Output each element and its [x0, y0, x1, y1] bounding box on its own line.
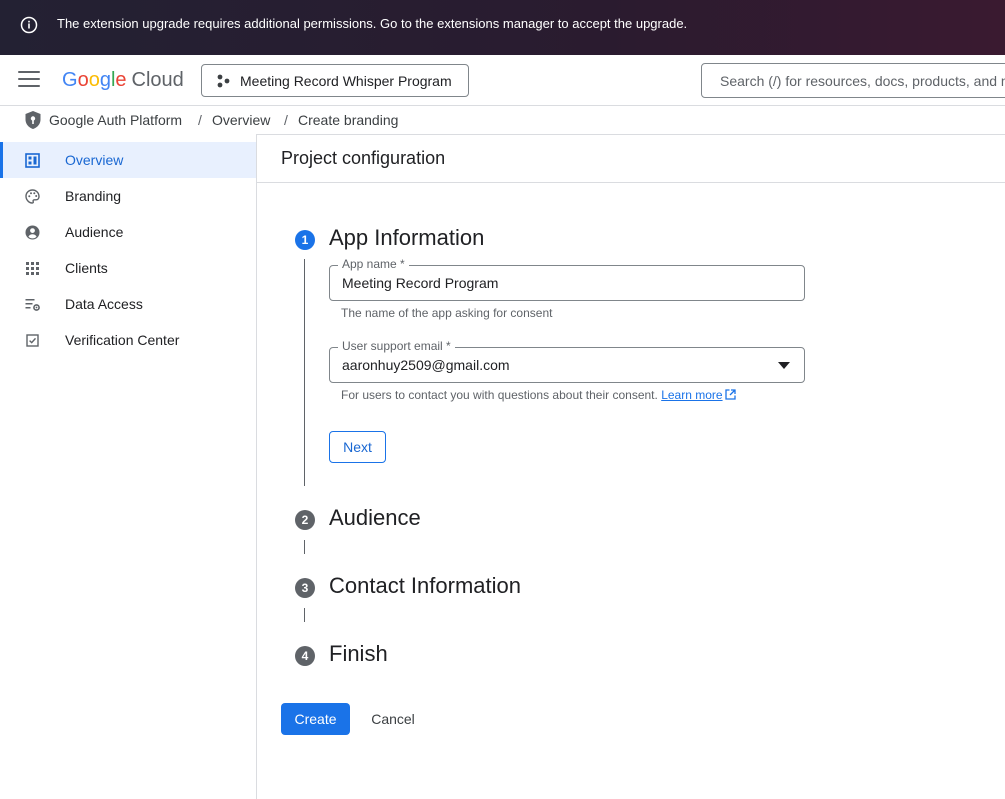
project-icon [217, 74, 230, 88]
step-number-3: 3 [295, 578, 315, 598]
dropdown-arrow-icon[interactable] [778, 362, 790, 369]
sidebar-item-branding[interactable]: Branding [0, 178, 256, 214]
app-name-value[interactable]: Meeting Record Program [342, 275, 498, 291]
project-picker-button[interactable]: Meeting Record Whisper Program [201, 64, 469, 97]
sidebar: Overview Branding Audience Clients Data … [0, 134, 257, 799]
stepper-connector [304, 259, 305, 486]
app-name-field[interactable]: App name * Meeting Record Program [329, 257, 805, 301]
top-bar: Google Cloud Meeting Record Whisper Progr… [0, 55, 1005, 106]
sidebar-item-label: Data Access [65, 296, 143, 312]
search-placeholder: Search (/) for resources, docs, products… [720, 73, 1005, 89]
learn-more-link[interactable]: Learn more [661, 388, 722, 402]
sidebar-item-label: Audience [65, 224, 124, 240]
next-button[interactable]: Next [329, 431, 386, 463]
support-email-hint: For users to contact you with questions … [341, 388, 736, 402]
google-cloud-logo[interactable]: Google Cloud [62, 68, 184, 92]
stepper-connector [304, 540, 305, 554]
sidebar-item-clients[interactable]: Clients [0, 250, 256, 286]
breadcrumb-separator: / [284, 112, 288, 128]
sidebar-item-verification-center[interactable]: Verification Center [0, 322, 256, 358]
stepper-connector [304, 608, 305, 622]
sidebar-item-data-access[interactable]: Data Access [0, 286, 256, 322]
account-circle-icon [25, 225, 40, 240]
main-content: Project configuration 1 App Information … [257, 134, 1005, 799]
breadcrumb-auth-platform[interactable]: Google Auth Platform [49, 112, 182, 128]
support-email-value: aaronhuy2509@gmail.com [342, 357, 510, 373]
step-title-finish[interactable]: Finish [329, 641, 388, 667]
step-number-2: 2 [295, 510, 315, 530]
checkbox-icon [26, 334, 39, 347]
palette-icon [25, 189, 40, 204]
create-button[interactable]: Create [281, 703, 350, 735]
list-settings-icon [25, 299, 40, 311]
sidebar-item-audience[interactable]: Audience [0, 214, 256, 250]
breadcrumb: Google Auth Platform / Overview / Create… [0, 106, 1005, 135]
page-title-bar: Project configuration [257, 134, 1005, 183]
page-title: Project configuration [281, 148, 446, 168]
open-in-new-icon[interactable] [724, 389, 736, 400]
breadcrumb-overview[interactable]: Overview [212, 112, 270, 128]
project-name: Meeting Record Whisper Program [240, 73, 452, 89]
cancel-button[interactable]: Cancel [360, 703, 426, 735]
step-title-app-information[interactable]: App Information [329, 225, 484, 251]
breadcrumb-separator: / [198, 112, 202, 128]
step-title-contact-information[interactable]: Contact Information [329, 573, 521, 599]
search-input[interactable]: Search (/) for resources, docs, products… [701, 63, 1005, 98]
breadcrumb-create-branding: Create branding [298, 112, 399, 128]
dashboard-icon [25, 153, 40, 168]
sidebar-item-overview[interactable]: Overview [0, 142, 256, 178]
support-email-label: User support email * [338, 339, 455, 353]
support-email-hint-text: For users to contact you with questions … [341, 388, 658, 402]
sidebar-item-label: Verification Center [65, 332, 180, 348]
app-name-label: App name * [338, 257, 409, 271]
step-title-audience[interactable]: Audience [329, 505, 421, 531]
sidebar-item-label: Overview [65, 152, 124, 168]
sidebar-item-label: Branding [65, 188, 122, 204]
step-number-4: 4 [295, 646, 315, 666]
app-name-hint: The name of the app asking for consent [341, 306, 553, 320]
step-number-1: 1 [295, 230, 315, 250]
sidebar-item-label: Clients [65, 260, 108, 276]
info-icon [20, 16, 38, 34]
banner-message: The extension upgrade requires additiona… [57, 16, 688, 31]
support-email-select[interactable]: User support email * aaronhuy2509@gmail.… [329, 339, 805, 383]
extension-banner: The extension upgrade requires additiona… [0, 0, 1005, 55]
apps-grid-icon [26, 262, 39, 275]
menu-icon[interactable] [18, 71, 40, 89]
shield-icon [25, 111, 41, 129]
